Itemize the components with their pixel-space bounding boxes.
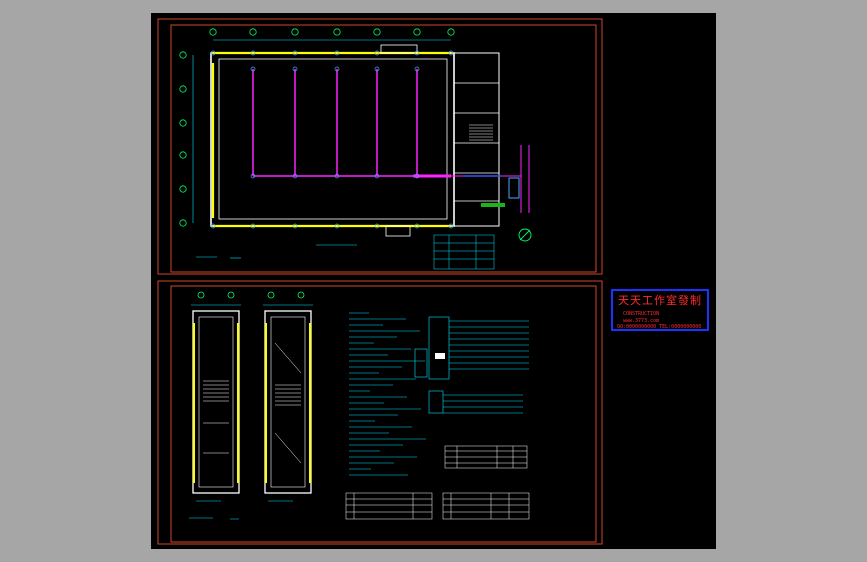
- sheet-frame-bottom-inner: [170, 285, 597, 543]
- annex-rooms: [453, 52, 500, 227]
- stamp-line-3: QQ:0000000000 TEL:0000000000: [617, 324, 702, 330]
- design-notes: [349, 312, 426, 476]
- stamp-line-1: CONSTRUCTION: [623, 311, 660, 317]
- system-diagram: [414, 316, 529, 414]
- sheet-frame-bottom-outer: [157, 280, 603, 545]
- sheet-frame-top-inner: [170, 24, 597, 273]
- cad-drawing: [157, 18, 603, 545]
- legend-table: [433, 234, 495, 270]
- equipment-green: [481, 203, 505, 207]
- sheet-frame-top-outer: [157, 18, 603, 275]
- cad-viewport[interactable]: 天天工作室發制 CONSTRUCTION www.3773.com QQ:000…: [151, 13, 716, 549]
- studio-stamp: 天天工作室發制 CONSTRUCTION www.3773.com QQ:000…: [611, 289, 709, 331]
- panel-icon: [435, 353, 445, 359]
- stamp-title: 天天工作室發制: [618, 294, 702, 307]
- stair-plans: [189, 291, 313, 520]
- floor-plan-main: [179, 28, 532, 270]
